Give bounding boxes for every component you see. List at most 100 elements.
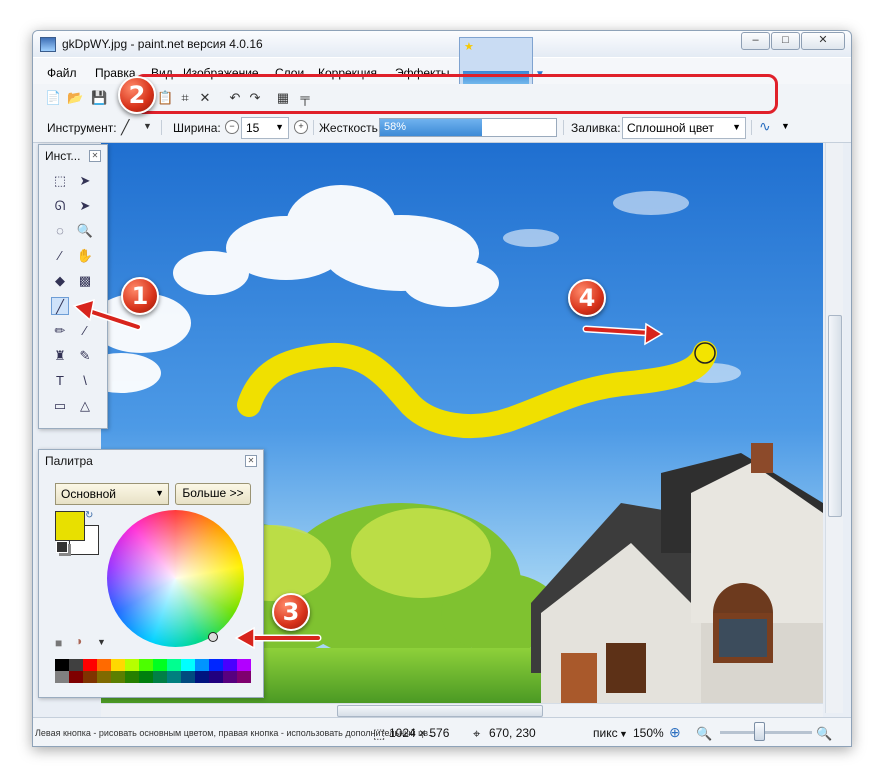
chevron-down-icon[interactable]: ▼ bbox=[143, 121, 152, 131]
color-swatch[interactable] bbox=[153, 659, 167, 671]
open-icon[interactable]: 📂 bbox=[67, 90, 83, 106]
magic-wand-icon[interactable]: ⁄ bbox=[51, 247, 69, 265]
cursor-position-icon: ⌖ bbox=[473, 726, 481, 741]
chevron-down-icon[interactable]: ▼ bbox=[619, 729, 628, 739]
color-swatch[interactable] bbox=[125, 671, 139, 683]
color-swatch[interactable] bbox=[69, 671, 83, 683]
zoom-icon[interactable]: 🔍 bbox=[76, 222, 94, 240]
horizontal-scroll-thumb[interactable] bbox=[337, 705, 543, 717]
menu-file[interactable]: Файл bbox=[47, 66, 77, 80]
color-swatch[interactable] bbox=[111, 659, 125, 671]
color-swatch[interactable] bbox=[69, 659, 83, 671]
chevron-down-icon[interactable]: ▼ bbox=[732, 122, 741, 132]
ellipse-select-icon[interactable]: ◌ bbox=[51, 222, 69, 240]
color-swatch[interactable] bbox=[195, 659, 209, 671]
close-icon[interactable]: ✕ bbox=[245, 455, 257, 467]
color-swatch[interactable] bbox=[181, 671, 195, 683]
color-swatch[interactable] bbox=[55, 671, 69, 683]
color-swatch[interactable] bbox=[223, 671, 237, 683]
title-bar: gkDpWY.jpg - paint.net версия 4.0.16 – □… bbox=[33, 31, 851, 57]
color-swatch[interactable] bbox=[125, 659, 139, 671]
minimize-button[interactable]: – bbox=[741, 32, 770, 50]
color-swatch[interactable] bbox=[139, 659, 153, 671]
width-increase-button[interactable]: + bbox=[294, 120, 308, 134]
color-swatch[interactable] bbox=[83, 671, 97, 683]
line-curve-icon[interactable]: \ bbox=[76, 372, 94, 390]
color-picker-icon[interactable]: ⁄ bbox=[76, 322, 94, 340]
move-selected-icon[interactable]: ➤ bbox=[76, 197, 94, 215]
antialiasing-icon[interactable]: ∿ bbox=[759, 118, 771, 135]
zoom-slider[interactable] bbox=[720, 731, 812, 734]
fill-select[interactable]: Сплошной цвет ▼ bbox=[622, 117, 746, 139]
shapes-triangle-icon[interactable]: △ bbox=[76, 397, 94, 415]
color-swatch[interactable] bbox=[209, 659, 223, 671]
color-swatch[interactable] bbox=[195, 671, 209, 683]
color-swatch[interactable] bbox=[111, 671, 125, 683]
window-title: gkDpWY.jpg - paint.net версия 4.0.16 bbox=[62, 37, 263, 51]
paint-bucket-icon[interactable]: ◆ bbox=[51, 272, 69, 290]
window-controls: – □ ✕ bbox=[741, 32, 845, 50]
recolor-icon[interactable]: ✎ bbox=[76, 347, 94, 365]
width-field[interactable]: 15 ▼ bbox=[241, 117, 289, 139]
color-swatch[interactable] bbox=[83, 659, 97, 671]
color-swatch[interactable] bbox=[97, 659, 111, 671]
horizontal-scrollbar[interactable] bbox=[101, 703, 823, 717]
move-selection-icon[interactable]: ➤ bbox=[76, 172, 94, 190]
clone-stamp-icon[interactable]: ♜ bbox=[51, 347, 69, 365]
palette-menu-icon[interactable]: ◑ bbox=[75, 634, 82, 648]
badge-2: 2 bbox=[118, 76, 156, 114]
swap-colors-icon[interactable]: ↻ bbox=[85, 510, 93, 521]
color-swatch[interactable] bbox=[97, 671, 111, 683]
hardness-slider[interactable]: 58% bbox=[379, 118, 557, 137]
add-color-icon[interactable]: ■ bbox=[55, 636, 62, 650]
color-swatch[interactable] bbox=[237, 671, 251, 683]
palette-panel-title: Палитра bbox=[45, 454, 93, 468]
units-label[interactable]: пикс bbox=[593, 726, 618, 740]
color-swatch[interactable] bbox=[181, 659, 195, 671]
color-wheel-marker[interactable] bbox=[208, 632, 218, 642]
color-swatch[interactable] bbox=[153, 671, 167, 683]
color-swatch[interactable] bbox=[223, 659, 237, 671]
chevron-down-icon[interactable]: ▼ bbox=[155, 488, 164, 498]
close-button[interactable]: ✕ bbox=[801, 32, 845, 50]
zoom-in-icon[interactable]: 🔍 bbox=[816, 726, 832, 742]
width-decrease-button[interactable]: − bbox=[225, 120, 239, 134]
primary-color-swatch[interactable] bbox=[55, 511, 85, 541]
maximize-button[interactable]: □ bbox=[771, 32, 800, 50]
zoom-out-icon[interactable]: 🔍 bbox=[696, 726, 712, 742]
new-icon[interactable]: 📄 bbox=[45, 90, 61, 106]
palette-swatches bbox=[55, 659, 251, 683]
lasso-select-icon[interactable]: ᘏ bbox=[51, 197, 69, 215]
color-swatch[interactable] bbox=[167, 659, 181, 671]
close-icon[interactable]: ✕ bbox=[89, 150, 101, 162]
color-wheel[interactable] bbox=[107, 510, 244, 647]
chevron-down-icon[interactable]: ▼ bbox=[275, 122, 284, 132]
eraser-icon[interactable]: ▱ bbox=[76, 297, 94, 315]
shapes-icon[interactable]: ▭ bbox=[51, 397, 69, 415]
pan-icon[interactable]: ✋ bbox=[76, 247, 94, 265]
color-swatch[interactable] bbox=[139, 671, 153, 683]
vertical-scrollbar[interactable] bbox=[825, 143, 843, 713]
zoom-slider-thumb[interactable] bbox=[754, 722, 765, 741]
rectangle-select-icon[interactable]: ⬚ bbox=[51, 172, 69, 190]
color-swatch[interactable] bbox=[167, 671, 181, 683]
reset-colors-icon[interactable] bbox=[56, 541, 68, 553]
color-swatch[interactable] bbox=[237, 659, 251, 671]
pencil-icon[interactable]: ✏ bbox=[51, 322, 69, 340]
save-icon[interactable]: 💾 bbox=[91, 90, 107, 106]
color-mode-select[interactable]: Основной ▼ bbox=[55, 483, 169, 505]
paintbrush-icon[interactable]: ╱ bbox=[121, 119, 129, 136]
separator bbox=[161, 120, 162, 135]
color-swatch[interactable] bbox=[55, 659, 69, 671]
text-icon[interactable]: T bbox=[51, 372, 69, 390]
vertical-scroll-thumb[interactable] bbox=[828, 315, 842, 517]
fit-to-window-icon[interactable]: ⊕ bbox=[669, 724, 681, 741]
color-swatch[interactable] bbox=[209, 671, 223, 683]
image-size: 1024 × 576 bbox=[389, 726, 450, 740]
more-button[interactable]: Больше >> bbox=[175, 483, 251, 505]
gradient-icon[interactable]: ▩ bbox=[76, 272, 94, 290]
paintbrush-icon[interactable]: ╱ bbox=[51, 297, 69, 315]
badge-1: 1 bbox=[121, 277, 159, 315]
chevron-down-icon[interactable]: ▼ bbox=[781, 121, 790, 131]
chevron-down-icon[interactable]: ▼ bbox=[97, 637, 106, 647]
